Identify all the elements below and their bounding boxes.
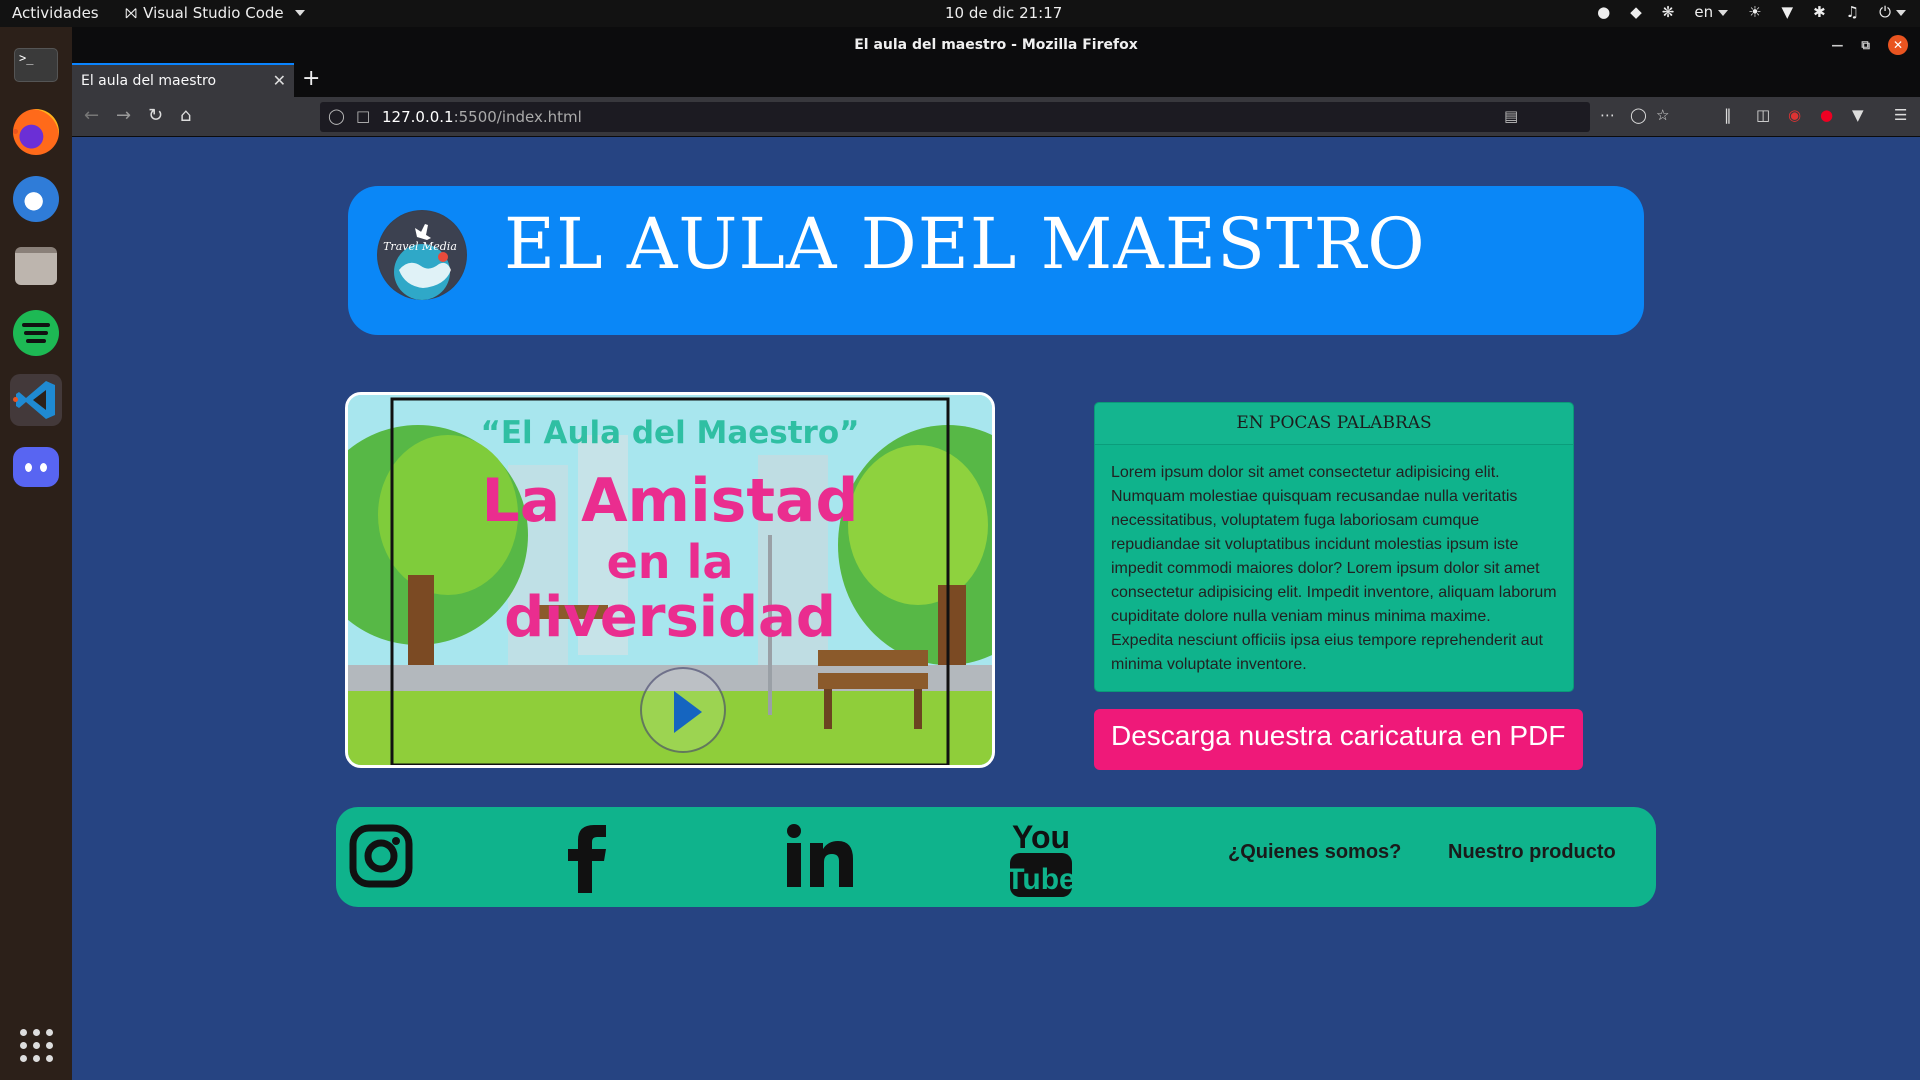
url-bar[interactable]: ◯ □ 127.0.0.1:5500/index.html ▤: [320, 102, 1590, 132]
play-button[interactable]: [640, 667, 726, 753]
vscode-small-icon: ⨝: [125, 4, 138, 22]
discord-tray-icon[interactable]: ●: [1597, 3, 1610, 21]
bookmark-star-icon[interactable]: ☆: [1656, 106, 1669, 124]
reader-view-icon[interactable]: ▤: [1504, 107, 1518, 125]
facebook-icon[interactable]: [566, 823, 610, 893]
window-title: El aula del maestro - Mozilla Firefox: [854, 37, 1138, 53]
slack-tray-icon[interactable]: ❋: [1662, 3, 1675, 21]
dock-vscode[interactable]: [10, 374, 62, 426]
brightness-icon[interactable]: ☀: [1748, 3, 1761, 21]
youtube-tube-text: Tube: [1008, 863, 1074, 896]
extension-icon[interactable]: ◉: [1788, 106, 1801, 124]
tab-label: El aula del maestro: [81, 73, 217, 89]
dock: >_: [0, 27, 72, 1080]
running-indicator: [13, 397, 18, 402]
language-label: en: [1694, 3, 1714, 21]
hamburger-menu-icon[interactable]: ☰: [1894, 106, 1907, 124]
terminal-icon: >_: [14, 48, 58, 82]
site-header: Travel Media EL AULA DEL MAESTRO: [348, 186, 1644, 335]
linkedin-icon[interactable]: [786, 823, 854, 889]
url-text[interactable]: 127.0.0.1:5500/index.html: [382, 108, 582, 126]
nav-link-about[interactable]: ¿Quienes somos?: [1228, 841, 1401, 864]
power-menu-icon[interactable]: ⏻: [1879, 3, 1906, 21]
pocket-icon[interactable]: ◯: [1630, 106, 1647, 124]
youtube-icon[interactable]: You Tube: [1008, 815, 1074, 899]
tracking-shield-icon[interactable]: ◯: [328, 107, 345, 125]
play-icon: [674, 691, 702, 733]
discord-icon: [13, 447, 59, 487]
logo-text: Travel Media: [383, 240, 457, 253]
youtube-you-text: You: [1012, 819, 1070, 855]
forward-icon[interactable]: →: [116, 105, 131, 126]
nav-link-product[interactable]: Nuestro producto: [1448, 841, 1616, 864]
minimize-icon[interactable]: —: [1831, 38, 1843, 52]
new-tab-icon[interactable]: +: [302, 66, 320, 91]
site-footer: You Tube ¿Quienes somos? Nuestro product…: [336, 807, 1656, 907]
tab-bar: El aula del maestro ✕ +: [72, 63, 1920, 97]
chevron-down-icon: [294, 10, 305, 16]
chevron-down-icon: [1896, 9, 1906, 16]
navigation-toolbar: ← → ↻ ⌂ ◯ □ 127.0.0.1:5500/index.html ▤ …: [72, 97, 1920, 137]
shield-tray-icon[interactable]: ◆: [1630, 3, 1642, 21]
video-title-line2: en la: [606, 535, 734, 589]
video-player[interactable]: “El Aula del Maestro” La Amistad en la d…: [345, 392, 995, 768]
page-info-icon[interactable]: □: [356, 107, 370, 125]
dock-files[interactable]: [10, 240, 62, 292]
url-path: :5500/index.html: [453, 108, 582, 126]
dock-thunderbird[interactable]: [10, 173, 62, 225]
back-icon[interactable]: ←: [84, 105, 99, 126]
volume-icon[interactable]: ♫: [1846, 3, 1859, 21]
card-title: EN POCAS PALABRAS: [1095, 403, 1573, 445]
reload-icon[interactable]: ↻: [148, 105, 163, 126]
library-icon[interactable]: ‖: [1724, 106, 1732, 124]
clock[interactable]: 10 de dic 21:17: [945, 4, 1062, 22]
extension-v-icon[interactable]: ▼: [1852, 106, 1864, 124]
extension-red-icon[interactable]: ●: [1820, 106, 1833, 124]
firefox-icon: [13, 109, 59, 155]
url-host: 127.0.0.1: [382, 108, 454, 126]
web-page: Travel Media EL AULA DEL MAESTRO “El Aul…: [72, 137, 1920, 1080]
site-logo: Travel Media: [377, 210, 467, 300]
wifi-icon[interactable]: ▼: [1782, 3, 1794, 21]
card-body: Lorem ipsum dolor sit amet consectetur a…: [1111, 464, 1557, 673]
video-subtitle: “El Aula del Maestro”: [480, 415, 860, 451]
window-controls: — ⧉ ✕: [1831, 35, 1908, 55]
show-applications-icon[interactable]: [20, 1029, 53, 1062]
activities-button[interactable]: Actividades: [12, 4, 99, 22]
page-actions-icon[interactable]: ⋯: [1600, 106, 1615, 124]
running-indicator: [13, 129, 18, 134]
system-top-bar: Actividades ⨝ Visual Studio Code 10 de d…: [0, 0, 1920, 27]
maximize-icon[interactable]: ⧉: [1861, 38, 1870, 53]
close-tab-icon[interactable]: ✕: [273, 71, 286, 90]
download-pdf-button[interactable]: Descarga nuestra caricatura en PDF: [1094, 709, 1583, 770]
app-menu-label: Visual Studio Code: [143, 4, 284, 22]
chevron-down-icon: [1718, 9, 1729, 16]
dock-spotify[interactable]: [10, 307, 62, 359]
dock-terminal[interactable]: >_: [10, 39, 62, 91]
dock-firefox[interactable]: [10, 106, 62, 158]
video-title-line3: diversidad: [504, 585, 836, 650]
video-title-line1: La Amistad: [481, 466, 859, 536]
info-card: EN POCAS PALABRAS Lorem ipsum dolor sit …: [1094, 402, 1574, 692]
instagram-icon[interactable]: [348, 823, 414, 889]
window-titlebar: El aula del maestro - Mozilla Firefox — …: [72, 27, 1920, 63]
home-icon[interactable]: ⌂: [180, 105, 191, 126]
vscode-icon: [16, 381, 55, 419]
files-icon: [15, 247, 57, 285]
sidebar-icon[interactable]: ◫: [1756, 106, 1770, 124]
bluetooth-icon[interactable]: ✱: [1813, 3, 1826, 21]
tab-el-aula[interactable]: El aula del maestro ✕: [72, 63, 294, 97]
spotify-icon: [13, 310, 59, 356]
language-selector[interactable]: en: [1694, 3, 1729, 21]
page-title: EL AULA DEL MAESTRO: [504, 203, 1426, 285]
close-window-icon[interactable]: ✕: [1888, 35, 1908, 55]
system-tray: ● ◆ ❋ en ☀ ▼ ✱ ♫ ⏻: [1597, 3, 1906, 21]
thunderbird-icon: [13, 176, 59, 222]
dock-discord[interactable]: [10, 441, 62, 493]
app-menu[interactable]: ⨝ Visual Studio Code: [125, 4, 305, 22]
